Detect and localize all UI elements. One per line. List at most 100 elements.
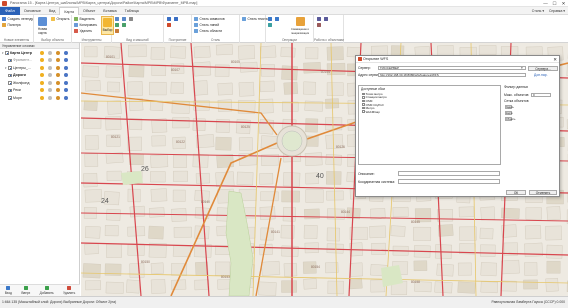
buffer-button[interactable] xyxy=(268,23,274,27)
create-legend-button[interactable]: Создать легенду xyxy=(2,17,33,21)
layer-visibility-checkbox[interactable] xyxy=(8,81,12,85)
select-icon[interactable] xyxy=(48,65,52,70)
available-layer-item[interactable]: WebMGap xyxy=(359,110,500,114)
zoom-extent-button[interactable] xyxy=(115,23,121,27)
split-button[interactable] xyxy=(275,17,281,21)
enter-button[interactable]: Вход xyxy=(5,286,12,295)
area-map-button[interactable]: Карта xyxy=(505,111,512,115)
layer-visibility-checkbox[interactable] xyxy=(8,73,12,77)
extra-params-link[interactable]: Доп.пар. xyxy=(534,73,548,77)
edit-pencil-icon[interactable] xyxy=(56,65,60,70)
item-checkbox[interactable] xyxy=(362,106,365,110)
close-button[interactable]: ✕ xyxy=(559,0,568,7)
symbol-style-button[interactable]: Стиль символов xyxy=(194,17,225,21)
cancel-button[interactable]: Отменить xyxy=(529,190,557,195)
ok-button[interactable]: ОК xyxy=(506,190,526,195)
new-map-button[interactable]: Новая карта xyxy=(36,16,49,35)
layer-row[interactable]: ▾Карта Центра_... xyxy=(0,49,79,57)
eye-icon[interactable] xyxy=(40,65,44,70)
edit-pencil-icon[interactable] xyxy=(56,80,60,85)
minimize-button[interactable]: — xyxy=(541,0,550,7)
address-field[interactable]: http://192.168.30.18:8080/wfs/features/W… xyxy=(378,72,526,78)
merge-button[interactable] xyxy=(268,17,274,21)
eye-icon[interactable] xyxy=(40,58,44,63)
item-checkbox[interactable] xyxy=(362,96,365,99)
servers-button[interactable]: Сервера... xyxy=(528,65,558,71)
palette-button[interactable]: Палитра xyxy=(2,23,21,27)
available-layers-list[interactable]: Доступные сбои Точки метро Станции метро O… xyxy=(358,85,501,165)
zoom-in-button[interactable] xyxy=(115,17,121,21)
lock-icon[interactable] xyxy=(64,73,68,78)
server-dropdown-icon[interactable]: ▾ xyxy=(521,66,523,70)
line-style-button[interactable]: Стиль линий xyxy=(194,23,219,27)
tab-insert[interactable]: Вставка xyxy=(99,7,120,15)
layer-row[interactable]: Море xyxy=(0,94,79,102)
lock-icon[interactable] xyxy=(64,65,68,70)
eye-icon[interactable] xyxy=(40,73,44,78)
tab-table[interactable]: Таблица xyxy=(121,7,143,15)
item-checkbox[interactable] xyxy=(362,103,365,106)
delete-button[interactable]: Удалить xyxy=(74,29,92,33)
eye-icon[interactable] xyxy=(40,88,44,93)
highlight-button[interactable]: Выделить xyxy=(74,17,95,21)
layer-visibility-checkbox[interactable] xyxy=(5,51,9,55)
edit-pencil-icon[interactable] xyxy=(56,50,60,55)
remove-layer-button[interactable]: Удалить xyxy=(63,286,75,295)
layer-visibility-checkbox[interactable] xyxy=(8,58,12,62)
pan-button[interactable] xyxy=(129,17,135,21)
style-menu[interactable]: Стиль ▾ xyxy=(532,9,544,13)
select-icon[interactable] xyxy=(48,73,52,78)
area-region-button[interactable]: Область xyxy=(505,117,515,121)
crs-field[interactable] xyxy=(398,179,500,184)
grid-button[interactable] xyxy=(115,29,121,33)
copy-button[interactable]: Копировать xyxy=(74,23,97,27)
generalize-button[interactable]: Совмещение и генерализация xyxy=(287,16,313,35)
eye-icon[interactable] xyxy=(40,95,44,100)
lock-icon[interactable] xyxy=(64,88,68,93)
edit-pencil-icon[interactable] xyxy=(56,58,60,63)
maximize-button[interactable]: ☐ xyxy=(550,0,559,7)
dialog-close-icon[interactable]: ✕ xyxy=(553,56,557,63)
help-menu[interactable]: Справка ▾ xyxy=(549,9,565,13)
layer-row[interactable]: Реки xyxy=(0,87,79,95)
draw-polygon-button[interactable] xyxy=(174,17,180,21)
edit-pencil-icon[interactable] xyxy=(56,88,60,93)
lock-icon[interactable] xyxy=(64,95,68,100)
select-icon[interactable] xyxy=(48,88,52,93)
zoom-out-button[interactable] xyxy=(122,17,128,21)
item-checkbox[interactable] xyxy=(362,92,365,96)
text-style-button[interactable]: Стиль текста xyxy=(242,17,268,21)
select-icon[interactable] xyxy=(48,58,52,63)
edit-pencil-icon[interactable] xyxy=(56,95,60,100)
description-field[interactable] xyxy=(398,171,500,176)
tab-object[interactable]: Объект xyxy=(79,7,99,15)
server-select[interactable]: ГИС\СЕРВЕР xyxy=(378,65,526,71)
layer-visibility-checkbox[interactable] xyxy=(8,66,12,70)
area-set-button[interactable]: Задать xyxy=(505,105,514,109)
edit-pencil-icon[interactable] xyxy=(56,73,60,78)
layer-visibility-checkbox[interactable] xyxy=(8,96,12,100)
layer-row[interactable]: Фрагмент... xyxy=(0,57,79,65)
max-objects-field[interactable]: 0 xyxy=(531,92,551,98)
refresh-button[interactable] xyxy=(122,23,128,27)
tab-main[interactable]: Основные xyxy=(20,7,45,15)
tab-view[interactable]: Вид xyxy=(45,7,60,15)
object-edit-button[interactable] xyxy=(317,23,323,27)
item-checkbox[interactable] xyxy=(362,99,365,103)
select-icon[interactable] xyxy=(48,95,52,100)
layer-row[interactable]: Жилфонд xyxy=(0,79,79,87)
lock-icon[interactable] xyxy=(64,50,68,55)
object-props-button[interactable] xyxy=(317,17,323,21)
area-style-button[interactable]: Стиль области xyxy=(194,29,222,33)
object-table-button[interactable] xyxy=(324,17,330,21)
item-checkbox[interactable] xyxy=(362,110,365,114)
tab-file[interactable]: Файл xyxy=(0,6,20,15)
layer-row[interactable]: ▾ Центры_... xyxy=(0,64,79,72)
open-button[interactable]: Открыть xyxy=(51,17,69,21)
layer-row[interactable]: Дороги xyxy=(0,72,79,80)
lock-icon[interactable] xyxy=(64,58,68,63)
select-icon[interactable] xyxy=(48,50,52,55)
add-layer-button[interactable]: Добавить xyxy=(40,286,54,295)
draw-point-button[interactable] xyxy=(167,23,173,27)
select-icon[interactable] xyxy=(48,80,52,85)
